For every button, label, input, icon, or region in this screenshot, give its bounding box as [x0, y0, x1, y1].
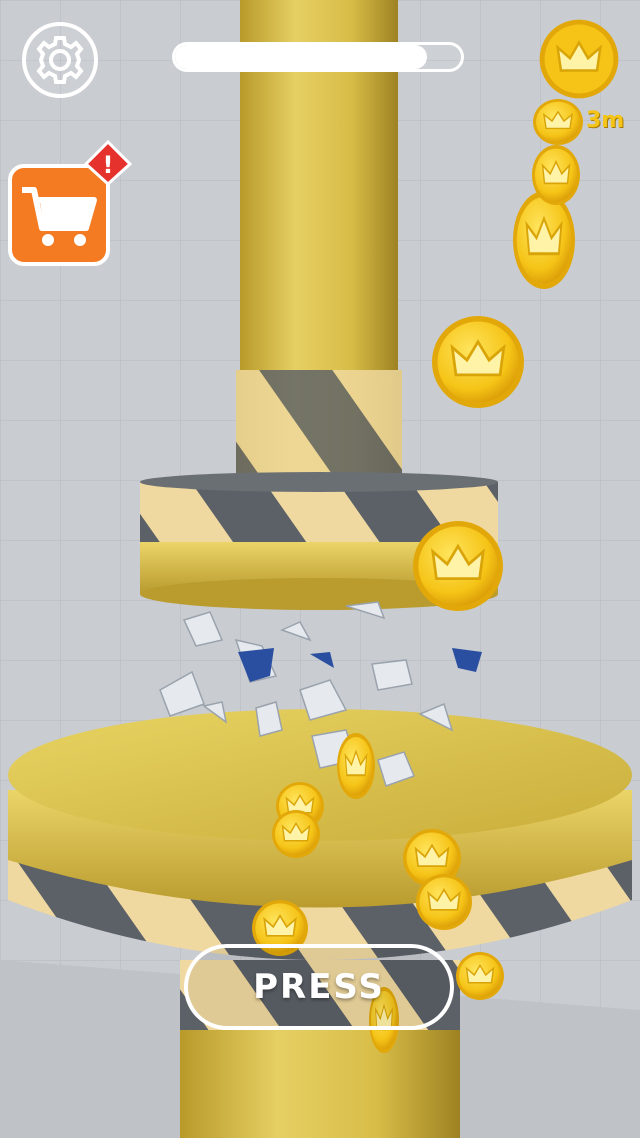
exclamation-alert-icon: ! [83, 139, 133, 187]
crown-coin [511, 189, 577, 291]
level-progress-bar [172, 42, 464, 72]
crown-coin [531, 144, 581, 206]
press-button[interactable]: PRESS [184, 944, 454, 1030]
crown-coin [336, 732, 376, 800]
press-column-upper [236, 0, 402, 482]
crown-coin [411, 519, 505, 613]
crown-coin [455, 951, 505, 1001]
crown-coin [430, 314, 526, 410]
gear-icon [36, 36, 84, 84]
alert-symbol: ! [103, 151, 114, 179]
coin-count: 3m [586, 108, 625, 133]
crown-coin [271, 809, 321, 859]
settings-button[interactable] [22, 22, 98, 98]
level-progress-fill [175, 45, 427, 69]
crown-coin [415, 873, 473, 931]
crown-coin [532, 98, 584, 146]
crown-coin-icon [538, 18, 620, 100]
press-button-label: PRESS [253, 967, 385, 1007]
